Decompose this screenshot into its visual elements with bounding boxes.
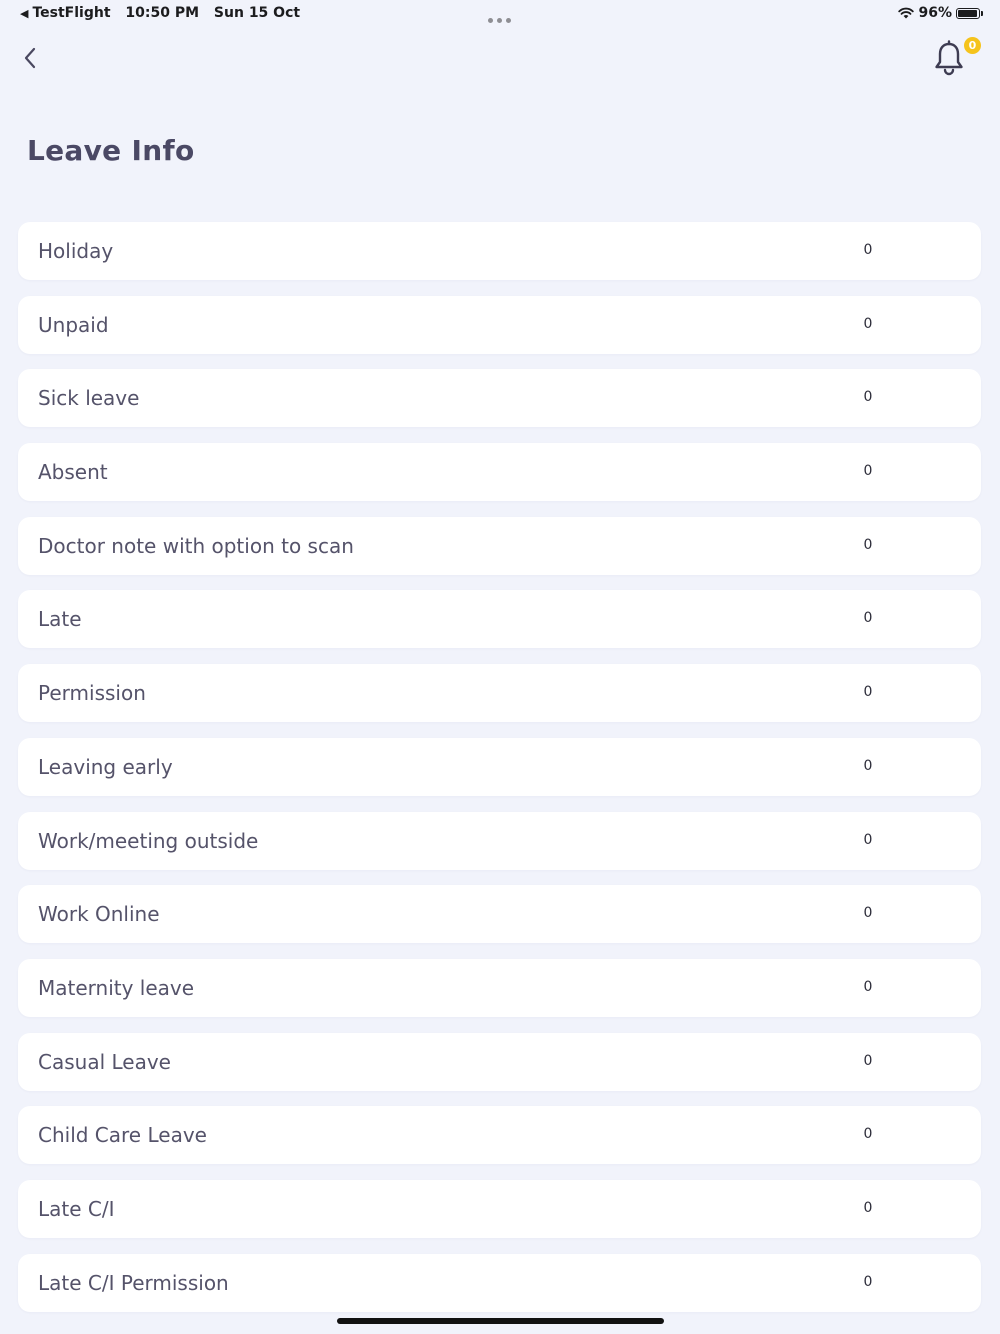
leave-label: Sick leave — [38, 386, 140, 411]
leave-label: Leaving early — [38, 754, 173, 779]
leave-row[interactable]: Late 0 — [18, 590, 981, 649]
leave-label: Holiday — [38, 239, 114, 263]
back-app-link[interactable]: TestFlight — [32, 5, 110, 21]
battery-icon — [956, 7, 983, 19]
leave-row[interactable]: Absent 0 — [18, 443, 981, 502]
battery-fill — [958, 9, 978, 17]
multitasking-dots-icon[interactable] — [486, 8, 514, 23]
bell-icon — [935, 40, 963, 76]
leave-row[interactable]: Casual Leave 0 — [18, 1032, 981, 1091]
leave-row[interactable]: Unpaid 0 — [18, 295, 981, 354]
page-title: Leave Info — [27, 134, 195, 167]
leave-count: 0 — [863, 610, 873, 627]
back-button[interactable] — [14, 40, 46, 76]
leave-row[interactable]: Late C/I 0 — [18, 1179, 981, 1238]
leave-count: 0 — [863, 1052, 873, 1069]
leave-count: 0 — [863, 831, 873, 848]
leave-label: Late C/I Permission — [38, 1270, 229, 1295]
leave-label: Maternity leave — [38, 975, 195, 1000]
leave-count: 0 — [863, 1199, 873, 1216]
leave-label: Permission — [38, 681, 146, 706]
leave-count: 0 — [863, 389, 873, 406]
battery-percent: 96% — [918, 5, 952, 21]
leave-count: 0 — [863, 757, 873, 774]
leave-row[interactable]: Sick leave 0 — [18, 369, 981, 428]
leave-row[interactable]: Maternity leave 0 — [18, 958, 981, 1017]
notification-badge: 0 — [964, 37, 981, 54]
status-bar: ◀ TestFlight 10:50 PM Sun 15 Oct 96% — [0, 0, 1000, 28]
leave-label: Work/meeting outside — [38, 828, 259, 853]
status-date: Sun 15 Oct — [213, 5, 301, 21]
home-indicator[interactable] — [337, 1318, 664, 1324]
leave-label: Work Online — [38, 902, 160, 927]
leave-count: 0 — [863, 315, 873, 332]
leave-list: Holiday 0 Unpaid 0 Sick leave 0 Absent 0 Doctor … — [18, 222, 981, 1327]
leave-row[interactable]: Permission 0 — [18, 664, 981, 723]
status-right: 96% — [898, 5, 983, 21]
leave-label: Late C/I — [38, 1196, 115, 1221]
leave-count: 0 — [863, 536, 873, 553]
back-triangle-icon[interactable]: ◀ — [20, 7, 28, 20]
leave-count: 0 — [863, 1126, 873, 1143]
leave-row[interactable]: Leaving early 0 — [18, 737, 981, 796]
leave-count: 0 — [863, 978, 873, 995]
leave-label: Child Care Leave — [38, 1123, 207, 1148]
chevron-left-icon — [24, 47, 36, 69]
leave-row[interactable]: Doctor note with option to scan 0 — [18, 516, 981, 575]
notifications-button[interactable]: 0 — [926, 34, 986, 82]
leave-label: Late — [38, 607, 82, 632]
leave-label: Doctor note with option to scan — [38, 533, 354, 558]
wifi-icon — [898, 7, 915, 19]
leave-row[interactable]: Work Online 0 — [18, 885, 981, 944]
leave-count: 0 — [863, 242, 873, 258]
leave-row[interactable]: Holiday 0 — [18, 222, 981, 280]
leave-label: Casual Leave — [38, 1049, 171, 1074]
leave-count: 0 — [863, 905, 873, 922]
leave-label: Unpaid — [38, 312, 109, 337]
leave-count: 0 — [863, 684, 873, 701]
leave-label: Absent — [38, 460, 108, 485]
status-time: 10:50 PM — [125, 5, 200, 21]
leave-count: 0 — [863, 1273, 873, 1290]
leave-row[interactable]: Late C/I Permission 0 — [18, 1253, 981, 1312]
leave-row[interactable]: Child Care Leave 0 — [18, 1106, 981, 1165]
leave-count: 0 — [863, 463, 873, 480]
status-left: ◀ TestFlight 10:50 PM Sun 15 Oct — [20, 5, 310, 21]
leave-row[interactable]: Work/meeting outside 0 — [18, 811, 981, 870]
